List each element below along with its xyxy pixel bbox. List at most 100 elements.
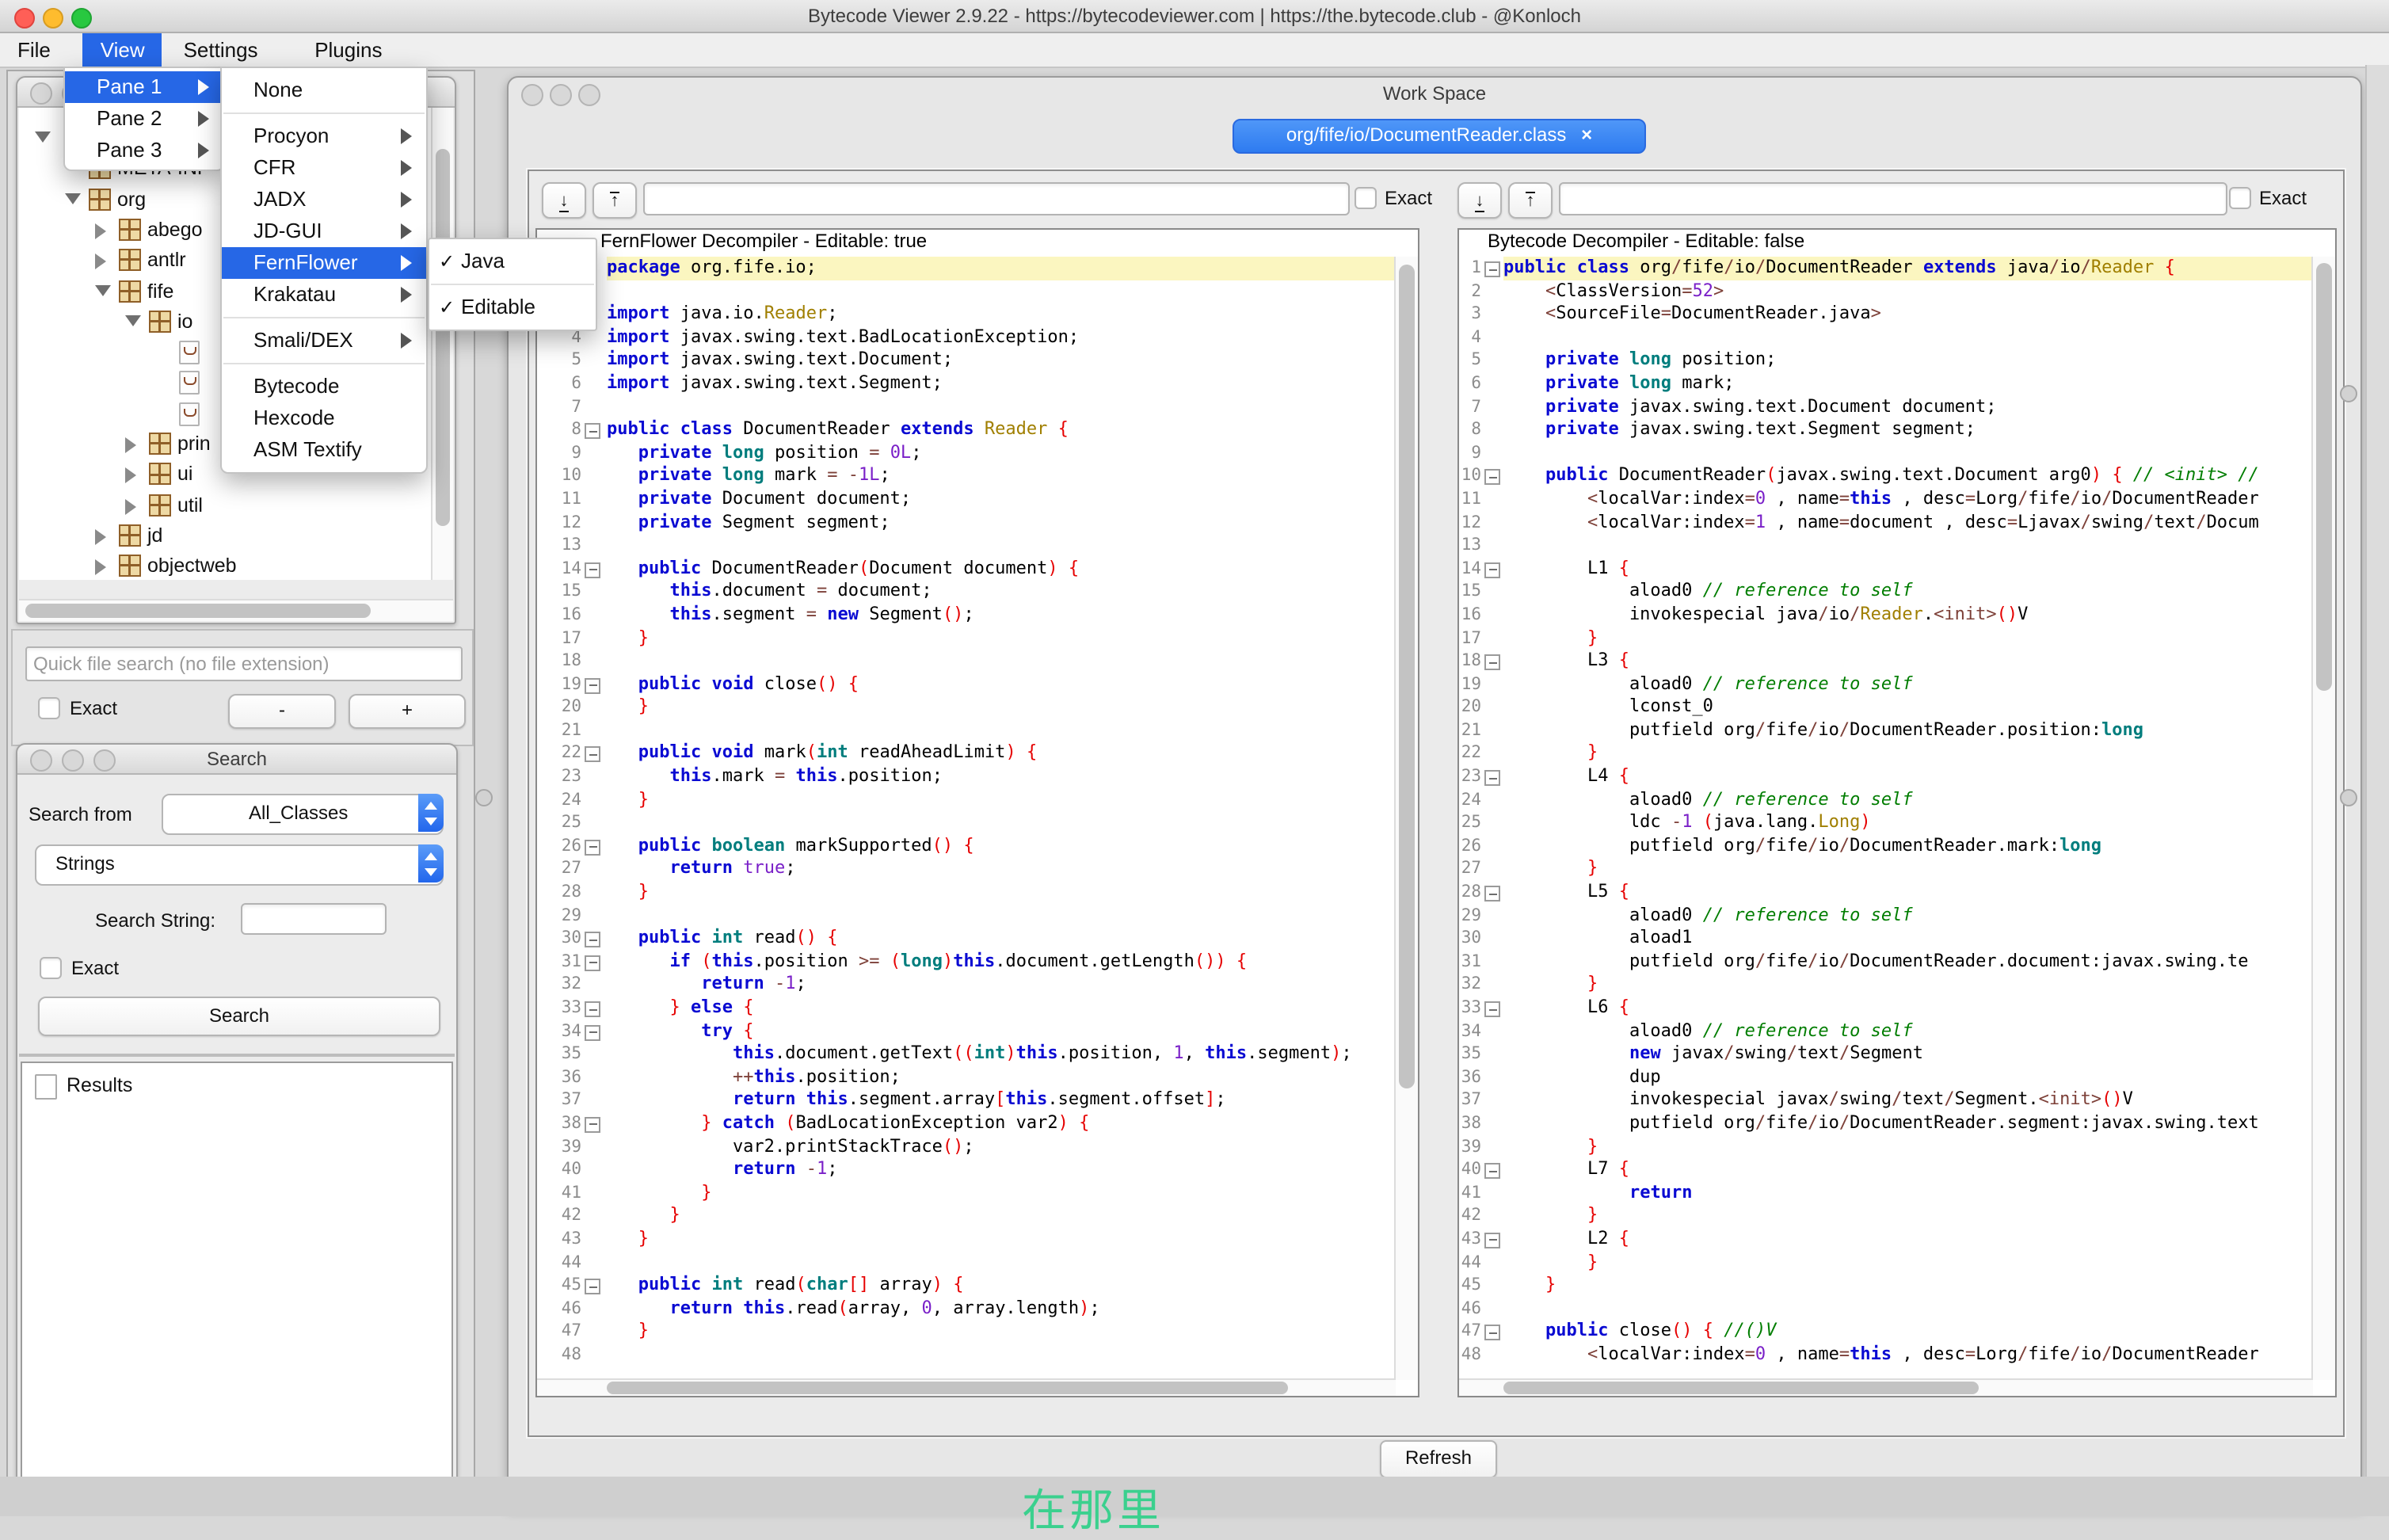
fold-collapse-icon[interactable] xyxy=(1481,881,1503,904)
right-pane-search-input[interactable] xyxy=(1559,182,2227,215)
menu-item-fernflower[interactable]: FernFlower xyxy=(222,247,426,279)
tree-expand-icon[interactable] xyxy=(125,468,136,484)
fold-collapse-icon[interactable] xyxy=(581,673,607,696)
file-tree-horizontal-scrollbar[interactable] xyxy=(19,599,453,621)
fold-collapse-icon[interactable] xyxy=(581,1020,607,1043)
menu-item-asm-textify[interactable]: ASM Textify xyxy=(222,434,426,466)
code-line-40: 40 L7 { xyxy=(1459,1158,2313,1181)
menu-item-jadx[interactable]: JADX xyxy=(222,184,426,215)
left-pane-search-input[interactable] xyxy=(643,182,1350,215)
refresh-button[interactable]: Refresh xyxy=(1380,1440,1497,1478)
menu-item-none[interactable]: None xyxy=(222,74,426,106)
fold-collapse-icon[interactable] xyxy=(581,1274,607,1297)
fold-collapse-icon[interactable] xyxy=(581,742,607,765)
tree-expand-icon[interactable] xyxy=(95,529,106,545)
line-number: 35 xyxy=(1459,1043,1481,1065)
code-line-text: <SourceFile=DocumentReader.java> xyxy=(1503,303,2313,326)
right-divider-knob[interactable] xyxy=(2340,789,2357,806)
fold-collapse-icon[interactable] xyxy=(581,835,607,858)
tree-expand-icon[interactable] xyxy=(95,559,106,575)
fold-collapse-icon[interactable] xyxy=(581,927,607,950)
workspace-titlebar[interactable]: Work Space xyxy=(509,78,2360,109)
fold-collapse-icon[interactable] xyxy=(581,1112,607,1135)
right-horizontal-scrollbar[interactable] xyxy=(1459,1378,2313,1396)
tree-collapse-icon[interactable] xyxy=(35,132,51,143)
quick-search-exact-checkbox[interactable] xyxy=(38,697,60,719)
tab-close-icon[interactable]: × xyxy=(1581,124,1592,146)
tab-documentreader[interactable]: org/fife/io/DocumentReader.class × xyxy=(1233,119,1646,154)
menu-item-pane-1[interactable]: Pane 1 xyxy=(65,71,223,103)
tree-collapse-icon[interactable] xyxy=(125,315,141,326)
search-from-select[interactable]: All_Classes xyxy=(162,794,444,835)
menu-item-bytecode[interactable]: Bytecode xyxy=(222,371,426,402)
split-divider-knob[interactable] xyxy=(475,789,493,806)
code-line-46: 46 xyxy=(1459,1297,2313,1320)
search-exact-checkbox[interactable] xyxy=(40,957,62,979)
right-pane-exact-checkbox[interactable] xyxy=(2229,187,2251,209)
fold-collapse-icon[interactable] xyxy=(1481,997,1503,1020)
frame-close-icon[interactable] xyxy=(30,82,52,105)
fold-collapse-icon[interactable] xyxy=(1481,1158,1503,1181)
fold-collapse-icon[interactable] xyxy=(1481,650,1503,673)
fold-collapse-icon[interactable] xyxy=(1481,1228,1503,1251)
right-load-up-button[interactable]: ↑ xyxy=(1508,182,1553,219)
menu-item-procyon[interactable]: Procyon xyxy=(222,120,426,152)
search-string-input[interactable] xyxy=(241,903,387,935)
results-label[interactable]: Results xyxy=(67,1074,132,1096)
tree-collapse-icon[interactable] xyxy=(95,284,111,295)
search-frame-titlebar[interactable]: Search xyxy=(17,745,456,775)
fold-collapse-icon[interactable] xyxy=(581,557,607,580)
menu-item-hexcode[interactable]: Hexcode xyxy=(222,402,426,434)
fold-collapse-icon[interactable] xyxy=(1481,1321,1503,1344)
fernflower-code-editor[interactable]: 1package org.fife.io;23import java.io.Re… xyxy=(537,257,1396,1380)
left-vertical-scrollbar[interactable] xyxy=(1394,257,1418,1380)
fold-collapse-icon[interactable] xyxy=(581,951,607,974)
left-save-down-button[interactable]: ↓ xyxy=(542,182,586,219)
fold-collapse-icon[interactable] xyxy=(581,997,607,1020)
file-tree-vertical-scrollbar[interactable] xyxy=(431,108,453,580)
menu-item-cfr[interactable]: CFR xyxy=(222,152,426,184)
left-load-up-button[interactable]: ↑ xyxy=(592,182,637,219)
left-horizontal-scrollbar[interactable] xyxy=(537,1378,1396,1396)
font-increase-button[interactable]: + xyxy=(349,694,466,729)
fold-collapse-icon[interactable] xyxy=(1481,765,1503,788)
tree-row-jd[interactable]: jd xyxy=(19,521,453,551)
left-pane-exact-checkbox[interactable] xyxy=(1355,187,1377,209)
quick-file-search-input[interactable] xyxy=(25,646,463,681)
right-divider-knob[interactable] xyxy=(2340,385,2357,402)
tree-expand-icon[interactable] xyxy=(125,437,136,453)
menu-item-pane-3[interactable]: Pane 3 xyxy=(65,135,223,166)
tree-row-label: ui xyxy=(177,463,192,486)
menu-item-pane-2[interactable]: Pane 2 xyxy=(65,103,223,135)
search-type-select[interactable]: Strings xyxy=(35,844,444,886)
select-stepper-icon xyxy=(418,844,444,882)
search-button[interactable]: Search xyxy=(38,997,440,1036)
font-decrease-button[interactable]: - xyxy=(228,694,336,729)
fold-gutter xyxy=(581,1158,607,1181)
menubar-item-plugins[interactable]: Plugins xyxy=(297,33,399,67)
tree-collapse-icon[interactable] xyxy=(65,192,81,204)
menubar-item-settings[interactable]: Settings xyxy=(166,33,276,67)
fold-gutter xyxy=(1481,627,1503,650)
tree-expand-icon[interactable] xyxy=(95,223,106,239)
fold-collapse-icon[interactable] xyxy=(1481,257,1503,280)
tree-expand-icon[interactable] xyxy=(95,253,106,269)
right-save-down-button[interactable]: ↓ xyxy=(1457,182,1502,219)
menubar-item-view[interactable]: View xyxy=(83,33,162,67)
menu-item-editable[interactable]: ✓Editable xyxy=(429,292,596,323)
right-vertical-scrollbar[interactable] xyxy=(2311,257,2335,1380)
menu-item-jd-gui[interactable]: JD-GUI xyxy=(222,215,426,247)
menu-item-java[interactable]: ✓Java xyxy=(429,246,596,277)
tree-row-objectweb[interactable]: objectweb xyxy=(19,551,453,580)
tree-row-util[interactable]: util xyxy=(19,490,453,520)
menu-item-smali-dex[interactable]: Smali/DEX xyxy=(222,325,426,356)
menubar-item-file[interactable]: File xyxy=(0,33,68,67)
menu-item-krakatau[interactable]: Krakatau xyxy=(222,279,426,311)
fold-collapse-icon[interactable] xyxy=(581,418,607,441)
line-number: 44 xyxy=(537,1251,581,1274)
fold-collapse-icon[interactable] xyxy=(1481,465,1503,488)
line-number: 10 xyxy=(1459,465,1481,488)
fold-collapse-icon[interactable] xyxy=(1481,557,1503,580)
bytecode-code-viewer[interactable]: 1public class org/fife/io/DocumentReader… xyxy=(1459,257,2313,1380)
tree-expand-icon[interactable] xyxy=(125,498,136,514)
